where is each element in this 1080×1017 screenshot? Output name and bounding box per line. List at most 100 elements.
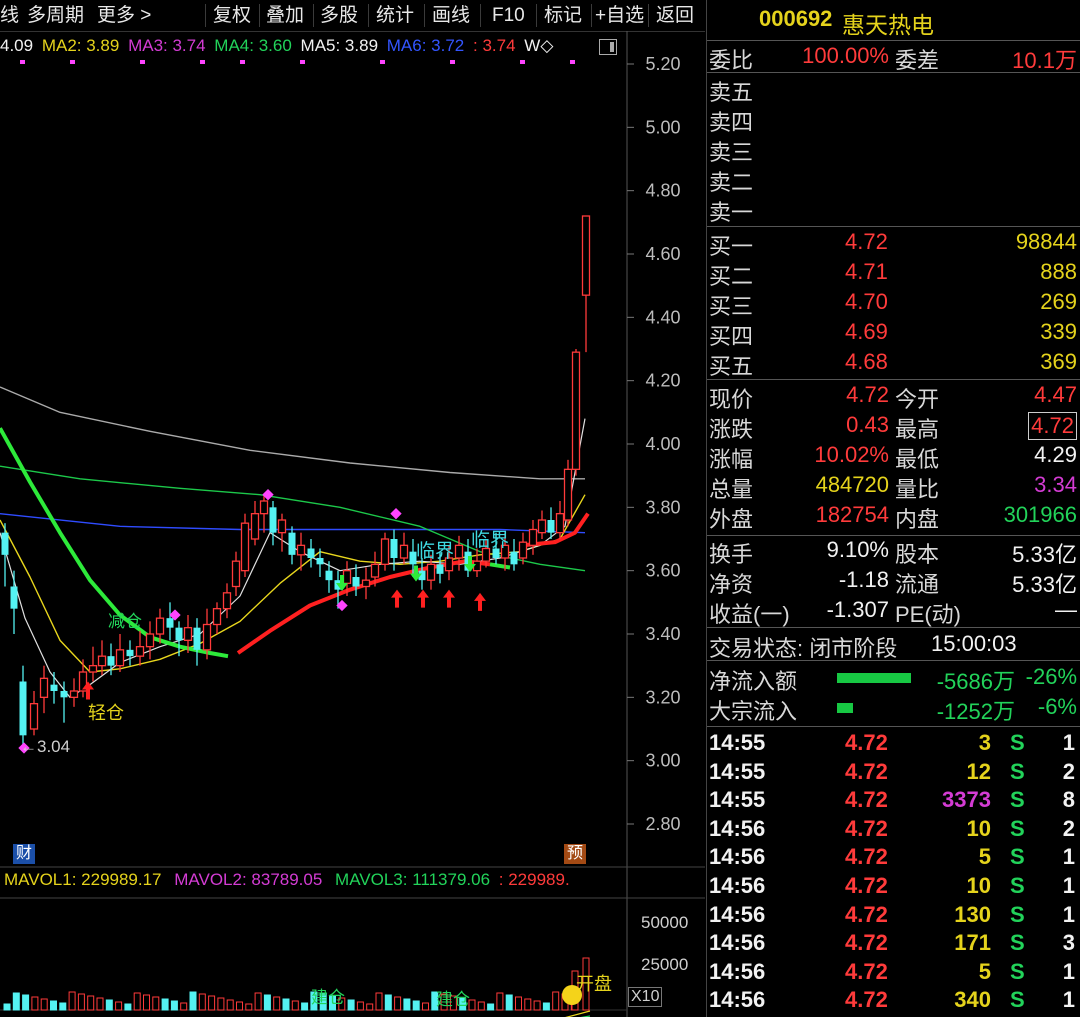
buy-level-volume: 369 [1040,349,1077,374]
candle-body [510,551,518,565]
sell-level-row: 卖二 [707,165,1080,195]
buy-level-price: 4.70 [845,289,888,314]
tick-side: S [1010,730,1025,755]
flow-label: 净流入额 [709,669,798,694]
buy-level-row: 买一 4.72 98844 [707,229,1080,259]
candle-body [10,586,18,609]
candle-body [361,579,371,588]
volume-bar [40,998,48,1011]
candle-body [145,633,155,648]
f10-button[interactable]: F10 [492,0,525,31]
flow-value: -1252万 [936,699,1015,724]
volume-bar [533,1000,541,1011]
volume-bar [524,998,532,1011]
tick-volume: 3373 [942,787,991,813]
stat-label: 现价 [709,387,754,412]
sell-level-row: 卖五 [707,75,1080,105]
volume-bar [115,1001,123,1011]
tick-row[interactable]: 14:56 4.72 5 S 1 [707,959,1080,987]
trade-status-time: 15:00:03 [931,631,1017,656]
volume-bar [487,1003,495,1011]
tick-volume: 12 [966,758,991,784]
sell-level-label: 卖二 [709,170,754,195]
top-pink-marker [570,60,575,64]
volume-bar [347,999,355,1011]
tick-row[interactable]: 14:55 4.72 12 S 2 [707,759,1080,787]
fundamental-value: — [1055,597,1077,622]
sell-level-label: 卖一 [709,200,754,225]
volume-bar [384,994,392,1011]
multi-stock-button[interactable]: 多股 [320,0,358,31]
add-watchlist-button[interactable]: +自选 [595,0,644,31]
volume-bar [12,992,20,1011]
tick-price: 4.72 [845,730,888,755]
stat-row: 涨跌 0.43 最高 4.72 [707,412,1080,442]
stock-header: 000692 惠天热电 [707,6,1080,38]
candle-body [69,690,79,698]
candle-body [39,677,49,698]
buy-level-label: 买一 [709,234,754,259]
restore-rights-button[interactable]: 复权 [213,0,251,31]
mavol4-value: : 229989. [498,870,570,889]
flow-percent: -26% [1025,664,1077,689]
toolbar-divider [480,4,481,27]
mark-button[interactable]: 标记 [544,0,582,31]
toolbar-divider [313,4,314,27]
candle-body [426,563,436,581]
tick-price: 4.72 [845,815,888,841]
tick-row[interactable]: 14:56 4.72 10 S 2 [707,816,1080,844]
sell-level-label: 卖四 [709,110,754,135]
reduce-position-label: 减仓 [108,612,142,631]
price-tick-label: 4.60 [645,244,680,264]
buy-level-row: 买四 4.69 339 [707,319,1080,349]
candle-body [296,544,306,556]
buy-level-label: 买三 [709,294,754,319]
vol-tick-25000: 25000 [641,955,689,974]
tick-row[interactable]: 14:56 4.72 130 S 1 [707,902,1080,930]
tick-row[interactable]: 14:56 4.72 5 S 1 [707,844,1080,872]
toolbar-divider [368,4,369,27]
buy-level-row: 买五 4.68 369 [707,349,1080,379]
tick-side: S [1010,930,1025,956]
volume-bar [254,992,262,1011]
light-position-label: 轻仓 [88,703,124,723]
tick-row[interactable]: 14:55 4.72 3373 S 8 [707,787,1080,815]
back-button[interactable]: 返回 [656,0,694,31]
tick-side: S [1010,873,1025,898]
toolbar-divider [648,4,649,27]
tab-kline[interactable]: 线 [0,0,19,31]
sell-level-row: 卖三 [707,135,1080,165]
stat-label: 总量 [709,477,754,502]
stat-value: 4.47 [1034,382,1077,407]
tick-row[interactable]: 14:56 4.72 171 S 3 [707,930,1080,958]
tick-row[interactable]: 14:56 4.72 340 S 1 [707,987,1080,1015]
tick-time: 14:55 [709,787,766,813]
more-menu-button[interactable]: 更多 > [97,0,151,31]
tick-side: S [1010,987,1025,1013]
overlay-button[interactable]: 叠加 [266,0,304,31]
buy-level-price: 4.68 [845,349,888,374]
tick-time: 14:55 [709,730,766,755]
stat-row: 现价 4.72 今开 4.47 [707,382,1080,412]
candle-body [183,627,193,641]
tick-row[interactable]: 14:55 4.72 3 S 1 [707,730,1080,758]
smiley-icon [562,985,582,1005]
candle-body [166,618,174,628]
multi-period-button[interactable]: 多周期 [27,0,84,31]
forecast-badge[interactable]: 预 [564,844,586,864]
weibi-label: 委比 [709,48,754,73]
volume-bar [477,1001,485,1011]
tick-side: S [1010,787,1025,813]
tick-row[interactable]: 14:56 4.72 10 S 1 [707,873,1080,901]
buy-level-price: 4.72 [845,229,888,254]
price-tick-label: 2.80 [645,814,680,834]
tick-count: 1 [1062,958,1075,984]
candle-body [370,563,380,578]
tick-time: 14:56 [709,873,766,898]
draw-line-button[interactable]: 画线 [432,0,470,31]
statistics-button[interactable]: 统计 [376,0,414,31]
candle-body [50,684,58,691]
finance-badge[interactable]: 财 [13,844,35,864]
tick-volume: 5 [978,844,991,870]
volume-bar [87,995,95,1011]
